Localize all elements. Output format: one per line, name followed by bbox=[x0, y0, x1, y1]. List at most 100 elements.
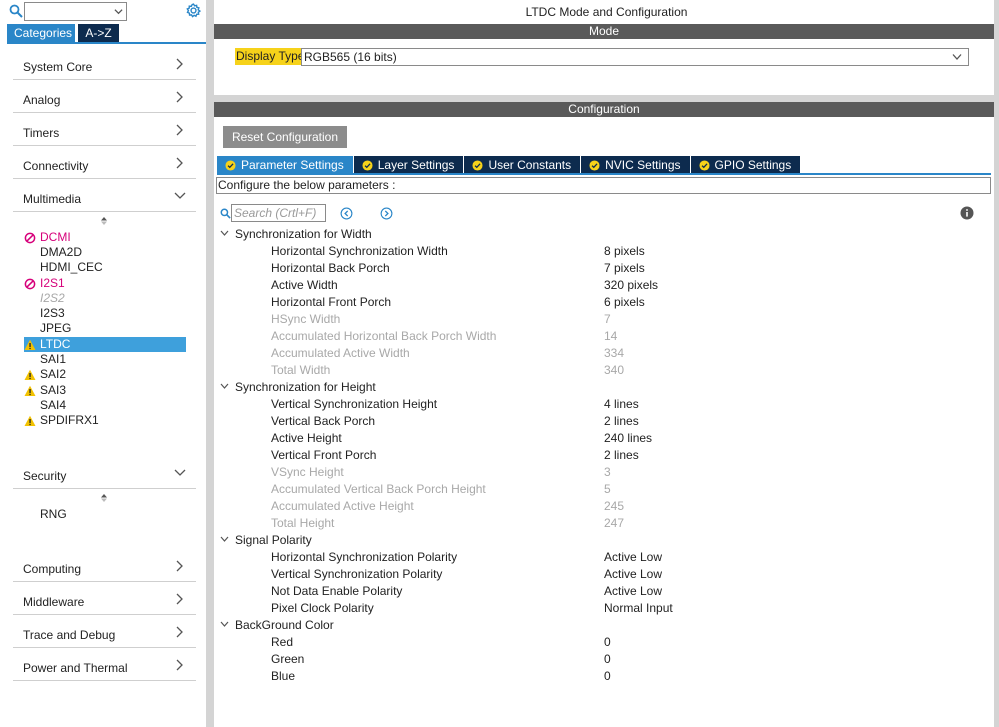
chevron-down-icon[interactable] bbox=[220, 536, 229, 543]
chevron-right-icon bbox=[176, 124, 183, 136]
tab-a-to-z[interactable]: A->Z bbox=[78, 24, 119, 42]
panel-splitter[interactable] bbox=[206, 0, 214, 727]
chevron-down-icon bbox=[952, 54, 962, 60]
param-row[interactable]: Vertical Synchronization Height 4 lines bbox=[271, 396, 951, 412]
warning-icon bbox=[24, 339, 36, 350]
check-circle-icon bbox=[472, 159, 483, 171]
chevron-down-icon[interactable] bbox=[220, 383, 229, 390]
scroll-up-icon[interactable] bbox=[100, 493, 108, 503]
info-icon[interactable] bbox=[960, 206, 974, 220]
category-label: Trace and Debug bbox=[23, 628, 116, 642]
category-analog[interactable]: Analog bbox=[13, 80, 196, 113]
param-row[interactable]: Horizontal Back Porch 7 pixels bbox=[271, 260, 951, 276]
param-row-readonly: Accumulated Active Width 334 bbox=[271, 346, 625, 360]
mode-section: Display Type RGB565 (16 bits) bbox=[214, 39, 994, 95]
category-label: Timers bbox=[23, 126, 60, 140]
param-row[interactable]: Horizontal Synchronization Polarity Activ… bbox=[271, 549, 951, 565]
param-row[interactable]: Red 0 bbox=[271, 634, 951, 650]
param-row[interactable]: Not Data Enable Polarity Active Low bbox=[271, 583, 951, 599]
category-system-core[interactable]: System Core bbox=[13, 47, 196, 80]
previous-match-icon[interactable] bbox=[340, 207, 353, 220]
chevron-right-icon bbox=[176, 659, 183, 671]
param-row[interactable]: Active Width 320 pixels bbox=[271, 277, 951, 293]
display-type-select[interactable]: RGB565 (16 bits) bbox=[301, 48, 969, 66]
param-row-readonly: HSync Width 7 bbox=[271, 312, 611, 326]
chevron-down-icon[interactable] bbox=[220, 230, 229, 237]
param-row[interactable]: Pixel Clock Polarity Normal Input bbox=[271, 600, 951, 616]
tab-parameter-settings[interactable]: Parameter Settings bbox=[217, 156, 353, 174]
param-row-readonly: VSync Height 3 bbox=[271, 465, 611, 479]
check-circle-icon bbox=[225, 159, 236, 171]
chevron-right-icon bbox=[176, 91, 183, 103]
display-type-value: RGB565 (16 bits) bbox=[304, 50, 397, 64]
category-timers[interactable]: Timers bbox=[13, 113, 196, 146]
chevron-down-icon bbox=[174, 469, 186, 476]
category-power-and-thermal[interactable]: Power and Thermal bbox=[13, 648, 196, 681]
sidebar-search-combobox[interactable] bbox=[24, 2, 127, 21]
vertical-scrollbar[interactable] bbox=[994, 0, 999, 727]
category-label: Connectivity bbox=[23, 159, 89, 173]
category-middleware[interactable]: Middleware bbox=[13, 582, 196, 615]
category-label: Analog bbox=[23, 93, 61, 107]
warning-icon bbox=[24, 385, 36, 396]
category-connectivity[interactable]: Connectivity bbox=[13, 146, 196, 179]
section-splitter[interactable] bbox=[214, 95, 994, 102]
category-label: System Core bbox=[23, 60, 93, 74]
search-icon bbox=[220, 208, 231, 219]
error-circle-icon bbox=[24, 278, 36, 290]
param-row[interactable]: Blue 0 bbox=[271, 668, 951, 684]
sidebar: Categories A->Z System Core Analog Timer… bbox=[0, 0, 206, 727]
param-row[interactable]: Vertical Front Porch 2 lines bbox=[271, 447, 951, 463]
category-security[interactable]: Security bbox=[13, 456, 196, 489]
tab-underline bbox=[217, 173, 991, 175]
error-circle-icon bbox=[24, 232, 36, 244]
chevron-right-icon bbox=[176, 58, 183, 70]
param-row-readonly: Total Width 340 bbox=[271, 363, 625, 377]
parameter-search-input[interactable] bbox=[231, 204, 326, 222]
param-row-readonly: Accumulated Active Height 245 bbox=[271, 499, 625, 513]
config-tabs: Parameter Settings Layer Settings User C… bbox=[217, 156, 801, 174]
param-row[interactable]: Horizontal Front Porch 6 pixels bbox=[271, 294, 951, 310]
chevron-right-icon bbox=[176, 626, 183, 638]
param-row[interactable]: Vertical Synchronization Polarity Active … bbox=[271, 566, 951, 582]
gear-icon[interactable] bbox=[186, 3, 201, 18]
search-icon[interactable] bbox=[9, 4, 23, 18]
tab-user-constants[interactable]: User Constants bbox=[464, 156, 581, 174]
next-match-icon[interactable] bbox=[380, 207, 393, 220]
tab-nvic-settings[interactable]: NVIC Settings bbox=[581, 156, 690, 174]
category-label: Power and Thermal bbox=[23, 661, 128, 675]
category-trace-and-debug[interactable]: Trace and Debug bbox=[13, 615, 196, 648]
list-item-ltdc[interactable]: LTDC bbox=[24, 337, 186, 352]
category-label: Multimedia bbox=[23, 192, 82, 206]
display-type-label: Display Type bbox=[235, 48, 306, 65]
chevron-down-icon[interactable] bbox=[220, 621, 229, 628]
chevron-down-icon[interactable] bbox=[114, 7, 123, 16]
configuration-description: Configure the below parameters : bbox=[216, 177, 991, 194]
param-row[interactable]: Active Height 240 lines bbox=[271, 430, 951, 446]
category-label: Middleware bbox=[23, 595, 85, 609]
tab-gpio-settings[interactable]: GPIO Settings bbox=[690, 156, 801, 174]
category-multimedia[interactable]: Multimedia bbox=[13, 179, 196, 212]
param-row-readonly: Total Height 247 bbox=[271, 516, 625, 530]
param-row[interactable]: Vertical Back Porch 2 lines bbox=[271, 413, 951, 429]
tab-layer-settings[interactable]: Layer Settings bbox=[353, 156, 464, 174]
sidebar-toolbar: Categories A->Z bbox=[0, 0, 206, 44]
check-circle-icon bbox=[589, 159, 600, 171]
reset-configuration-button[interactable]: Reset Configuration bbox=[223, 126, 347, 148]
param-row[interactable]: Horizontal Synchronization Width 8 pixels bbox=[271, 243, 951, 259]
param-row[interactable]: Green 0 bbox=[271, 651, 951, 667]
category-computing[interactable]: Computing bbox=[13, 549, 196, 582]
mode-header: Mode bbox=[214, 24, 994, 39]
chevron-right-icon bbox=[176, 157, 183, 169]
tab-categories[interactable]: Categories bbox=[7, 24, 75, 42]
param-row-readonly: Accumulated Horizontal Back Porch Width 1… bbox=[271, 329, 618, 343]
sidebar-tabs: Categories A->Z bbox=[7, 24, 119, 42]
scroll-up-icon[interactable] bbox=[100, 216, 108, 226]
page-title: LTDC Mode and Configuration bbox=[525, 5, 688, 19]
main-panel: LTDC Mode and Configuration Mode Display… bbox=[214, 0, 999, 727]
category-label: Computing bbox=[23, 562, 82, 576]
param-row-readonly: Accumulated Vertical Back Porch Height 5 bbox=[271, 482, 611, 496]
tab-underline bbox=[7, 42, 206, 44]
warning-icon bbox=[24, 415, 36, 426]
configuration-header: Configuration bbox=[214, 102, 994, 117]
